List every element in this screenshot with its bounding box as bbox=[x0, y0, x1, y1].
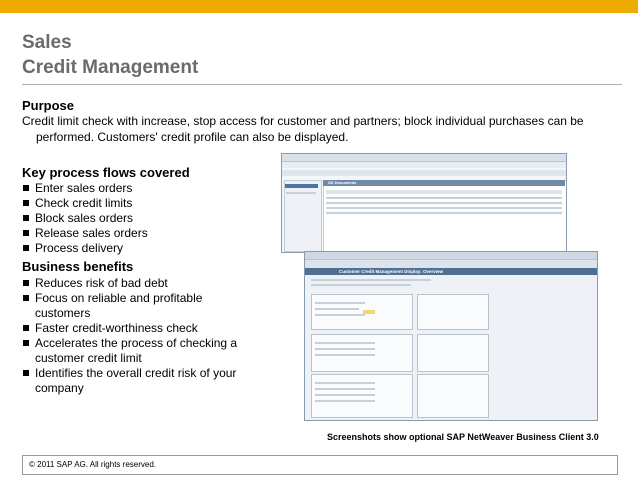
credit-overview-title: Customer Credit Management Display: Over… bbox=[339, 269, 444, 274]
benefits-heading: Business benefits bbox=[22, 259, 134, 274]
title-divider bbox=[22, 84, 622, 85]
flows-list: Enter sales orders Check credit limits B… bbox=[22, 181, 148, 256]
flow-item: Release sales orders bbox=[22, 226, 148, 241]
benefit-item: Faster credit-worthiness check bbox=[22, 321, 237, 336]
copyright-footer: © 2011 SAP AG. All rights reserved. bbox=[22, 455, 618, 475]
flow-item: Process delivery bbox=[22, 241, 148, 256]
flow-item: Enter sales orders bbox=[22, 181, 148, 196]
purpose-line-1: Credit limit check with increase, stop a… bbox=[22, 114, 584, 128]
screenshot-caption: Screenshots show optional SAP NetWeaver … bbox=[327, 432, 599, 442]
purpose-line-2: performed. Customers' credit profile can… bbox=[36, 130, 349, 144]
benefit-item: Reduces risk of bad debt bbox=[22, 276, 237, 291]
benefit-item: Focus on reliable and profitable customer… bbox=[22, 291, 237, 321]
benefit-item: Accelerates the process of checking a cus… bbox=[22, 336, 237, 366]
title-line-2: Credit Management bbox=[22, 57, 199, 78]
page-title: Sales Credit Management bbox=[22, 30, 198, 80]
flow-item: Check credit limits bbox=[22, 196, 148, 211]
flows-heading: Key process flows covered bbox=[22, 165, 190, 180]
flow-item: Block sales orders bbox=[22, 211, 148, 226]
benefits-list: Reduces risk of bad debt Focus on reliab… bbox=[22, 276, 237, 396]
credit-management-screenshot: Customer Credit Management Display: Over… bbox=[304, 251, 598, 421]
sd-documents-screenshot: SD Documents bbox=[281, 153, 567, 253]
benefit-item: Identifies the overall credit risk of yo… bbox=[22, 366, 237, 396]
sd-documents-title: SD Documents bbox=[328, 180, 357, 185]
brand-bar bbox=[0, 0, 638, 13]
purpose-heading: Purpose bbox=[22, 98, 75, 113]
title-line-1: Sales bbox=[22, 32, 72, 53]
